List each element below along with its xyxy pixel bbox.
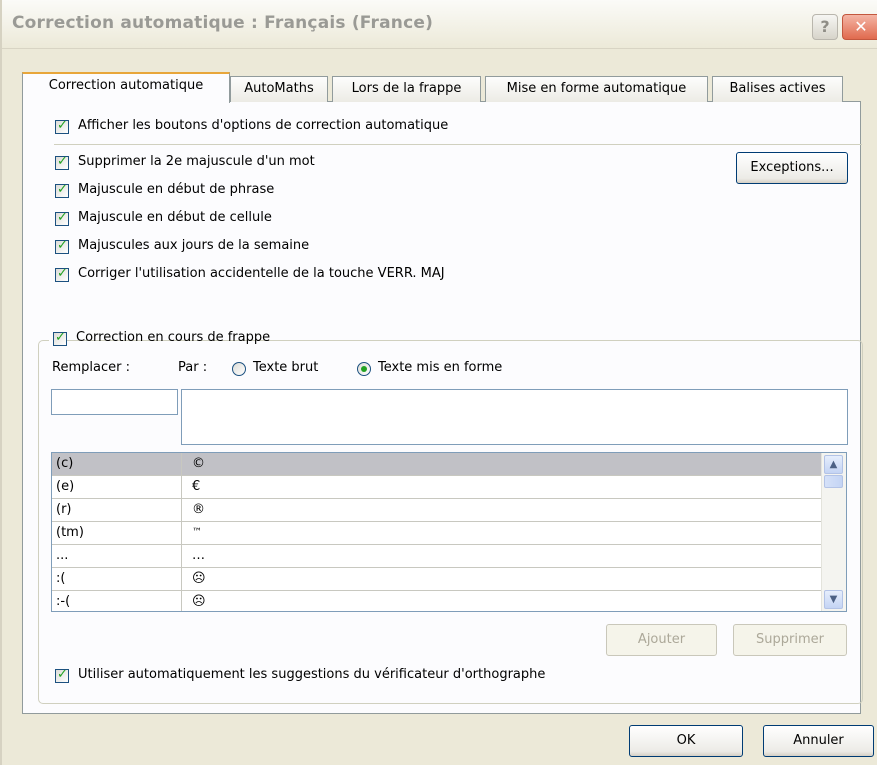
list-item[interactable]: (c) © xyxy=(52,453,822,476)
day-caps-checkbox[interactable] xyxy=(55,238,69,254)
list-item-from: :-( xyxy=(56,594,71,609)
list-item[interactable]: (tm) ™ xyxy=(52,522,822,545)
scroll-down-icon[interactable]: ▼ xyxy=(824,590,843,609)
list-item[interactable]: :-( ☹ xyxy=(52,591,822,611)
ok-button[interactable]: OK xyxy=(629,725,743,757)
list-item[interactable]: ... … xyxy=(52,545,822,568)
list-item-to: ☹ xyxy=(192,571,206,586)
column-divider xyxy=(181,453,182,611)
list-item-from: (tm) xyxy=(56,525,84,540)
with-label: Par : xyxy=(178,360,208,375)
scroll-up-icon[interactable]: ▲ xyxy=(824,455,843,474)
tab-mise-en-forme[interactable]: Mise en forme automatique xyxy=(485,76,708,102)
list-scrollbar[interactable]: ▲ ▼ xyxy=(821,453,846,611)
autocorrect-list[interactable]: (c) © (e) € (r) ® (tm) ™ ... … :( ☹ :-( … xyxy=(51,452,847,612)
list-item-from: (c) xyxy=(56,456,74,471)
scroll-thumb[interactable] xyxy=(824,475,843,488)
replace-input[interactable] xyxy=(51,389,178,415)
formatted-text-radio[interactable] xyxy=(357,362,371,376)
exceptions-button[interactable]: Exceptions... xyxy=(736,152,848,184)
list-item-to: ™ xyxy=(192,527,202,538)
list-item-to: © xyxy=(192,456,205,471)
list-item[interactable]: (r) ® xyxy=(52,499,822,522)
caps-lock-label: Corriger l'utilisation accidentelle de l… xyxy=(78,266,445,281)
plain-text-radio[interactable] xyxy=(232,362,246,376)
list-item-to: € xyxy=(192,479,201,494)
spell-suggestions-checkbox[interactable] xyxy=(55,667,69,683)
window-title: Correction automatique : Français (Franc… xyxy=(12,13,434,33)
replace-group-title: Correction en cours de frappe xyxy=(76,330,271,345)
cancel-button[interactable]: Annuler xyxy=(763,725,874,757)
sentence-caps-checkbox[interactable] xyxy=(55,182,69,198)
list-item-to: ☹ xyxy=(192,594,206,609)
list-item-from: ... xyxy=(56,548,69,563)
list-item-from: (r) xyxy=(56,502,72,517)
list-item-to: ® xyxy=(192,502,205,517)
caps-lock-checkbox[interactable] xyxy=(55,266,69,282)
tab-correction-automatique[interactable]: Correction automatique xyxy=(22,72,230,103)
spell-suggestions-label: Utiliser automatiquement les suggestions… xyxy=(78,667,546,682)
plain-text-label: Texte brut xyxy=(253,360,319,375)
close-button[interactable]: ✕ xyxy=(842,14,877,40)
tab-automaths[interactable]: AutoMaths xyxy=(230,76,328,102)
two-caps-label: Supprimer la 2e majuscule d'un mot xyxy=(78,154,315,169)
separator xyxy=(54,144,862,145)
replace-enabled-checkbox[interactable] xyxy=(53,330,67,346)
add-button[interactable]: Ajouter xyxy=(606,624,717,656)
delete-button[interactable]: Supprimer xyxy=(733,624,847,656)
two-caps-checkbox[interactable] xyxy=(55,154,69,170)
formatted-text-label: Texte mis en forme xyxy=(378,360,503,375)
cell-caps-label: Majuscule en début de cellule xyxy=(78,210,272,225)
autocorrect-dialog: Correction automatique : Français (Franc… xyxy=(0,0,877,765)
day-caps-label: Majuscules aux jours de la semaine xyxy=(78,238,310,253)
show-buttons-checkbox[interactable] xyxy=(55,118,69,134)
tab-balises-actives[interactable]: Balises actives xyxy=(712,76,843,102)
with-input[interactable] xyxy=(181,389,848,445)
replace-label: Remplacer : xyxy=(52,360,130,375)
list-item-from: :( xyxy=(56,571,66,586)
list-item[interactable]: :( ☹ xyxy=(52,568,822,591)
title-bar[interactable]: Correction automatique : Français (Franc… xyxy=(2,0,877,49)
sentence-caps-label: Majuscule en début de phrase xyxy=(78,182,275,197)
list-item-from: (e) xyxy=(56,479,75,494)
help-button[interactable]: ? xyxy=(812,14,838,40)
replace-group-legend: Correction en cours de frappe xyxy=(49,329,270,349)
list-item-to: … xyxy=(192,548,205,563)
list-item[interactable]: (e) € xyxy=(52,476,822,499)
tab-lors-de-la-frappe[interactable]: Lors de la frappe xyxy=(332,76,481,102)
show-buttons-label: Afficher les boutons d'options de correc… xyxy=(78,118,449,133)
cell-caps-checkbox[interactable] xyxy=(55,210,69,226)
